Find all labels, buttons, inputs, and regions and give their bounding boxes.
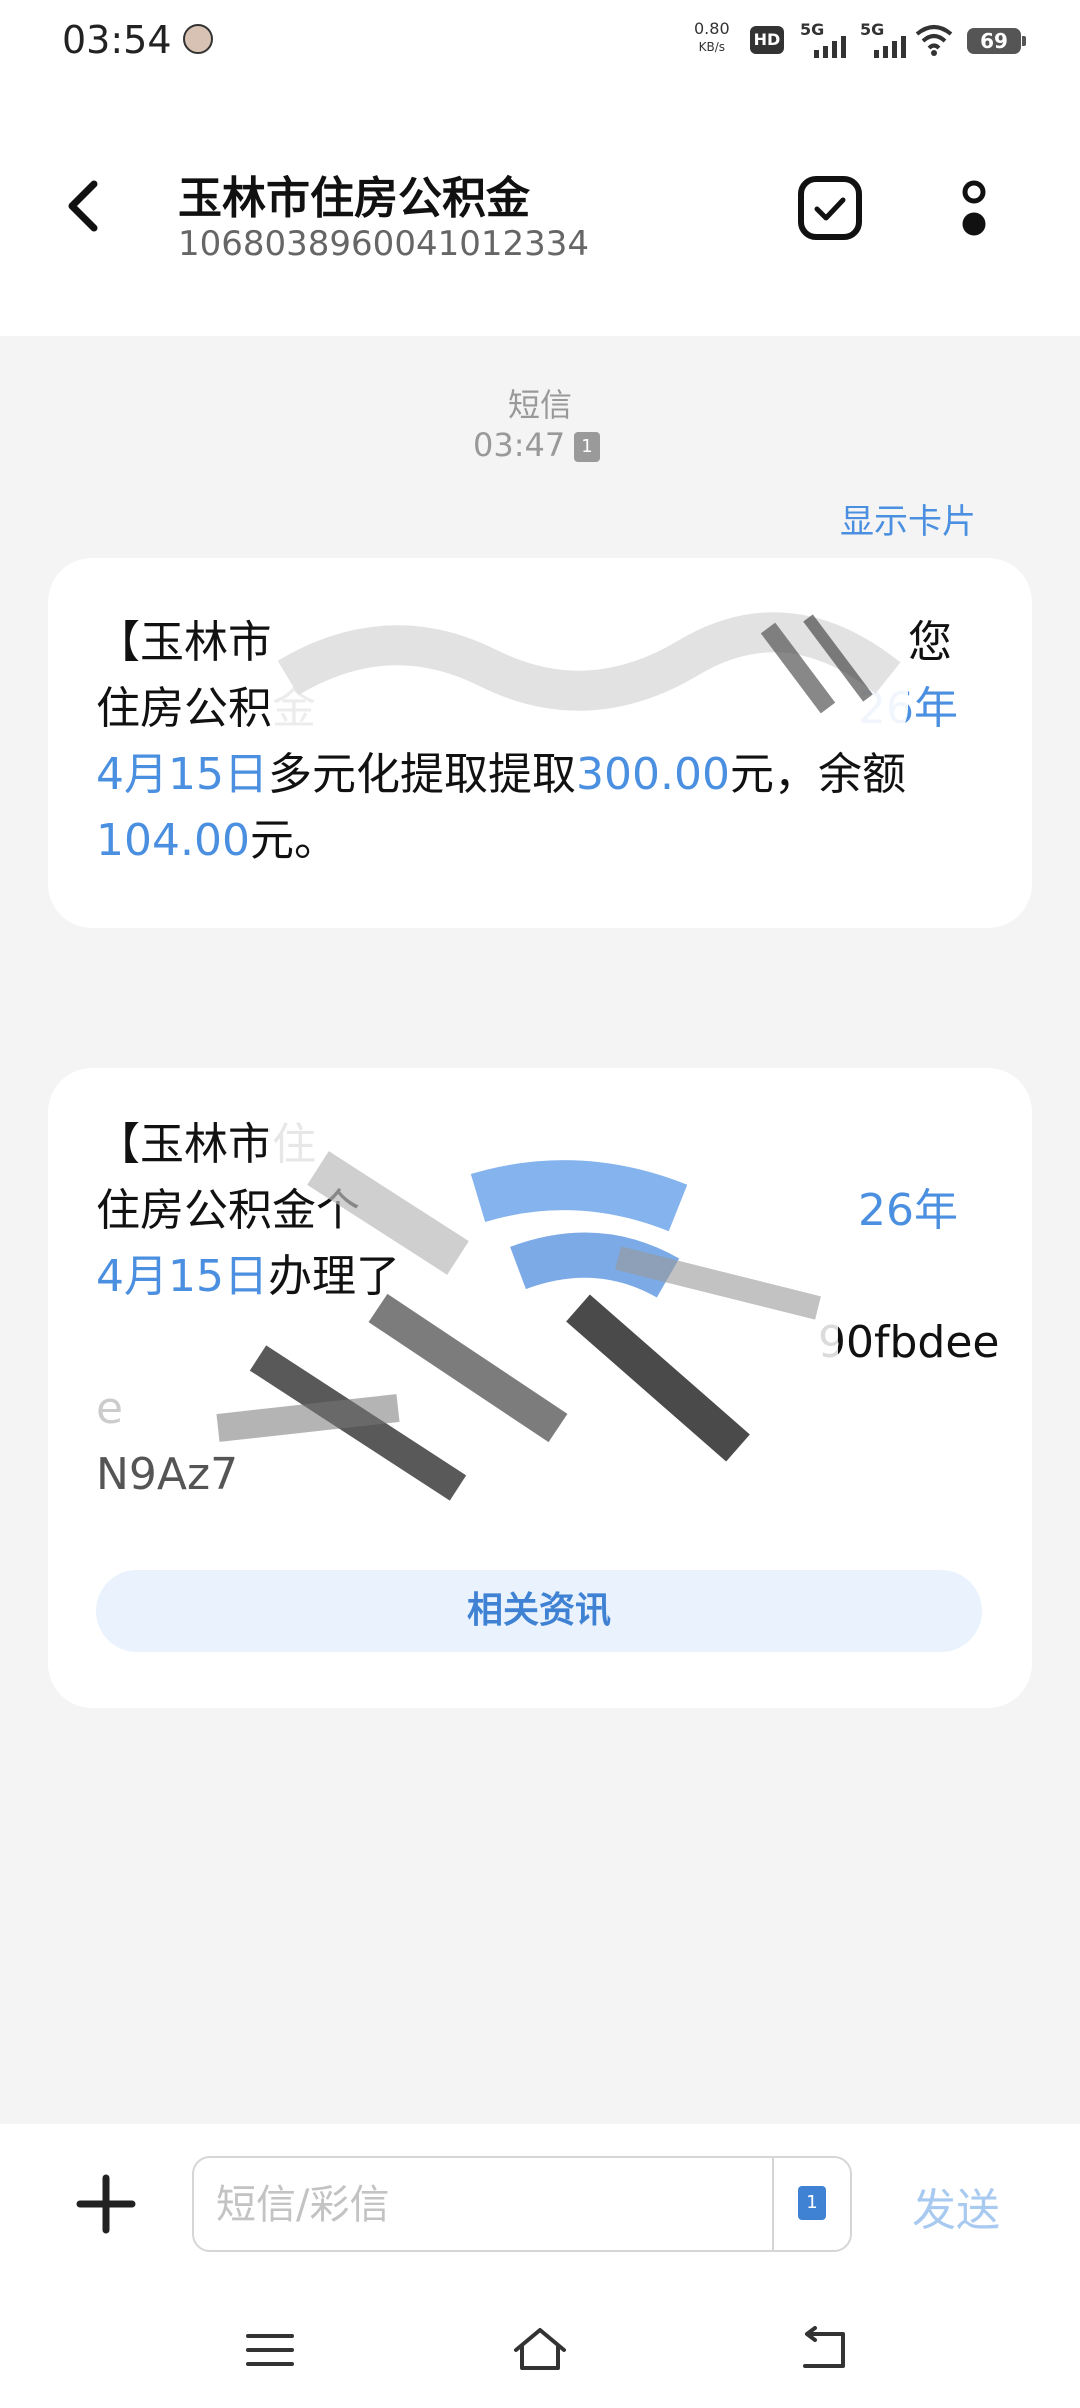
message-input[interactable]: [214, 2176, 738, 2234]
message-text: e: [96, 1383, 124, 1434]
hd-icon: HD: [750, 26, 784, 54]
back-arrow-icon[interactable]: [56, 166, 116, 246]
conversation-header: 玉林市住房公积金 106803896004101​2334: [0, 86, 1080, 336]
contact-number: 106803896004101​2334: [178, 224, 590, 264]
network-speed-value: 0.80: [694, 19, 730, 38]
message-text: 元。: [249, 815, 338, 866]
system-nav-bar: [0, 2280, 1080, 2408]
message-bubble[interactable]: 【玉林市住 住房公积金个 26年 4月15日办理了 90fbdee e N9Az…: [48, 1068, 1032, 1708]
message-bubble[interactable]: 【玉林市 您 住房公积金 26年 4月15日多元化提取提取300.00元，余额 …: [48, 558, 1032, 928]
more-options-icon[interactable]: [944, 176, 1004, 256]
message-amount-link[interactable]: 104.00: [96, 815, 250, 866]
message-text: 元，余额: [729, 749, 906, 800]
select-checkbox-icon[interactable]: [798, 176, 862, 240]
channel-label: 短信: [507, 386, 572, 424]
signal-icon-sim1: 5G: [800, 20, 852, 60]
sim-card-icon: 1: [574, 432, 600, 462]
redaction-scribble: [208, 1108, 868, 1501]
notification-avatar-icon: [183, 24, 213, 54]
sim-select-icon[interactable]: 1: [798, 2186, 826, 2220]
signal-bars-icon: [814, 36, 846, 58]
signal-icon-sim2: 5G: [860, 20, 912, 60]
redaction-scribble: [268, 598, 908, 748]
message-line: 4月15日多元化提取提取300.00元，余额: [96, 742, 996, 808]
message-time: 03:47: [473, 426, 566, 464]
message-line: 104.00元。: [96, 808, 996, 874]
message-amount-link[interactable]: 300.00: [576, 749, 730, 800]
battery-icon: 69: [967, 28, 1026, 54]
network-speed-unit: KB/s: [698, 40, 726, 54]
input-divider: [772, 2158, 774, 2250]
message-input-field[interactable]: 1: [192, 2156, 852, 2252]
network-speed: 0.80 KB/s: [694, 20, 730, 56]
menu-icon[interactable]: [240, 2320, 300, 2380]
back-nav-icon[interactable]: [795, 2320, 855, 2380]
message-date-link[interactable]: 4月15日: [96, 749, 268, 800]
message-text: 多元化提取提取: [267, 749, 576, 800]
wifi-icon: [915, 25, 953, 56]
related-news-button[interactable]: 相关资讯: [96, 1570, 982, 1652]
signal-bars-icon: [874, 36, 906, 58]
message-text: 【玉林市: [96, 617, 272, 668]
home-icon[interactable]: [510, 2320, 570, 2380]
status-bar: 03:54 0.80 KB/s HD 5G 5G 69: [0, 0, 1080, 86]
show-card-button[interactable]: 显示卡片: [840, 494, 976, 543]
send-button[interactable]: 发送: [912, 2174, 1000, 2238]
message-text: 您: [908, 617, 952, 668]
status-time: 03:54: [62, 18, 172, 62]
add-attachment-icon[interactable]: [76, 2174, 136, 2234]
contact-name: 玉林市住房公积金: [178, 173, 530, 224]
message-line: 您: [908, 610, 988, 676]
